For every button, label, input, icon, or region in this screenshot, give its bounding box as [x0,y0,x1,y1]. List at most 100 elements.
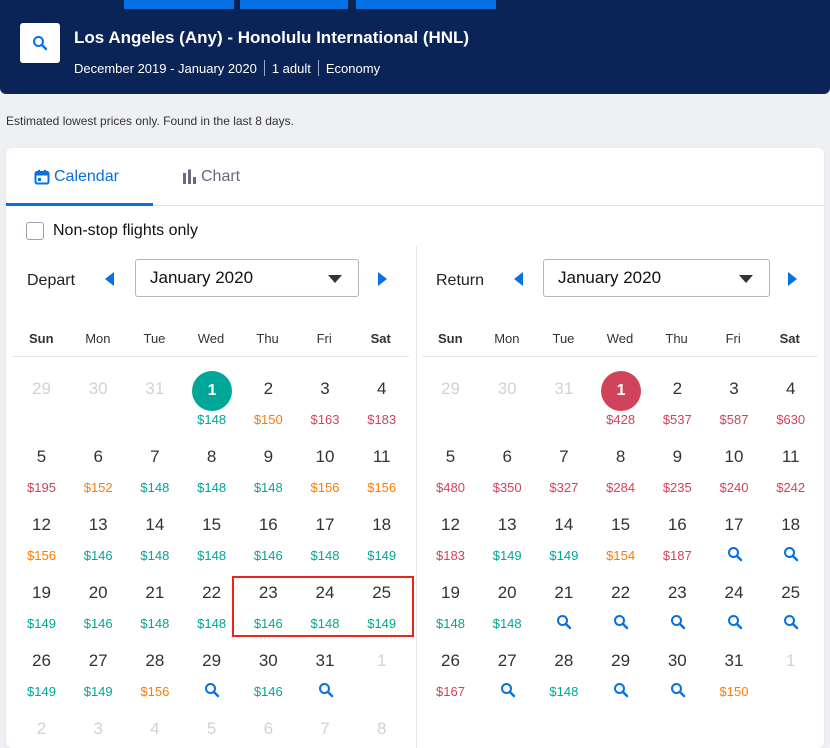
return-day-cell[interactable]: 13 $149 [479,502,536,568]
return-day-cell[interactable]: 20 $148 [479,570,536,636]
depart-day-cell[interactable]: 6 $152 [70,434,127,500]
search-icon[interactable] [204,682,220,703]
return-day-cell[interactable]: 8 $284 [592,434,649,500]
return-day-cell[interactable]: 25 [762,570,819,636]
day-number: 26 [32,651,51,670]
nonstop-checkbox[interactable] [26,222,44,240]
day-number: 3 [93,719,103,738]
edit-search-button[interactable] [20,23,60,63]
depart-day-cell[interactable]: 1 $148 [183,366,240,432]
depart-day-cell[interactable]: 15 $148 [183,502,240,568]
search-icon[interactable] [613,614,629,635]
search-icon[interactable] [783,614,799,635]
depart-prev-month-button[interactable] [105,272,114,286]
return-day-cell[interactable]: 2 $537 [649,366,706,432]
depart-day-cell[interactable]: 31 [297,638,354,704]
search-icon[interactable] [727,546,743,567]
depart-month-select[interactable]: January 2020 [135,259,359,297]
day-number: 26 [441,651,460,670]
return-day-cell[interactable]: 17 [706,502,763,568]
depart-day-cell[interactable]: 21 $148 [126,570,183,636]
depart-day-cell[interactable]: 4 $183 [353,366,410,432]
return-day-cell[interactable]: 16 $187 [649,502,706,568]
search-icon[interactable] [318,682,334,703]
return-day-cell[interactable]: 14 $149 [535,502,592,568]
return-day-cell[interactable]: 26 $167 [422,638,479,704]
view-tabs: Calendar Chart [6,148,824,206]
return-next-month-button[interactable] [788,272,797,286]
nonstop-filter[interactable]: Non-stop flights only [26,222,198,240]
return-day-cell[interactable]: 11 $242 [762,434,819,500]
depart-day-cell[interactable]: 10 $156 [297,434,354,500]
depart-day-cell[interactable]: 9 $148 [240,434,297,500]
depart-day-cell[interactable]: 5 $195 [13,434,70,500]
search-icon[interactable] [500,682,516,703]
return-day-cell[interactable]: 4 $630 [762,366,819,432]
return-day-cell[interactable]: 18 [762,502,819,568]
depart-day-cell: 3 [70,706,127,748]
search-icon[interactable] [556,614,572,635]
day-price: $148 [140,480,170,495]
depart-day-cell[interactable]: 17 $148 [297,502,354,568]
return-day-cell[interactable]: 19 $148 [422,570,479,636]
chevron-down-icon [328,275,342,283]
return-day-cell[interactable]: 29 [592,638,649,704]
day-number: 10 [315,447,335,466]
depart-day-cell[interactable]: 8 $148 [183,434,240,500]
depart-day-cell[interactable]: 18 $149 [353,502,410,568]
return-day-cell[interactable]: 12 $183 [422,502,479,568]
tab-calendar[interactable]: Calendar [6,148,153,206]
depart-day-cell[interactable]: 28 $156 [126,638,183,704]
depart-day-cell[interactable]: 3 $163 [297,366,354,432]
depart-day-cell[interactable]: 20 $146 [70,570,127,636]
day-price: $630 [776,412,806,427]
depart-day-cell[interactable]: 26 $149 [13,638,70,704]
depart-day-cell[interactable]: 2 $150 [240,366,297,432]
return-prev-month-button[interactable] [514,272,523,286]
depart-day-cell[interactable]: 14 $148 [126,502,183,568]
header-tab-1[interactable] [124,0,234,9]
return-day-cell[interactable]: 21 [535,570,592,636]
depart-day-cell[interactable]: 13 $146 [70,502,127,568]
return-day-cell[interactable]: 22 [592,570,649,636]
return-day-cell[interactable]: 27 [479,638,536,704]
day-number: 17 [315,515,335,534]
depart-day-cell[interactable]: 7 $148 [126,434,183,500]
depart-day-cell[interactable]: 12 $156 [13,502,70,568]
depart-day-cell[interactable]: 30 $146 [240,638,297,704]
day-price: $183 [367,412,397,427]
return-day-cell[interactable]: 5 $480 [422,434,479,500]
return-day-cell[interactable]: 24 [706,570,763,636]
return-day-cell[interactable]: 15 $154 [592,502,649,568]
return-day-cell[interactable]: 1 $428 [592,366,649,432]
day-number: 21 [554,583,574,602]
return-day-cell[interactable]: 31 $150 [706,638,763,704]
return-day-cell[interactable]: 10 $240 [706,434,763,500]
depart-day-cell[interactable]: 16 $146 [240,502,297,568]
depart-day-cell: 29 [13,366,70,432]
trip-details: December 2019 - January 2020 1 adult Eco… [74,60,380,76]
depart-day-cell[interactable]: 29 [183,638,240,704]
depart-day-cell[interactable]: 11 $156 [353,434,410,500]
return-month-select[interactable]: January 2020 [543,259,770,297]
tab-chart[interactable]: Chart [182,148,240,205]
return-day-cell[interactable]: 28 $148 [535,638,592,704]
return-day-cell[interactable]: 6 $350 [479,434,536,500]
search-icon[interactable] [670,614,686,635]
return-day-cell[interactable]: 3 $587 [706,366,763,432]
header-tab-2[interactable] [240,0,348,9]
return-day-cell[interactable]: 7 $327 [535,434,592,500]
return-day-cell[interactable]: 30 [649,638,706,704]
search-icon[interactable] [613,682,629,703]
depart-day-cell[interactable]: 19 $149 [13,570,70,636]
depart-next-month-button[interactable] [378,272,387,286]
search-icon[interactable] [670,682,686,703]
search-icon[interactable] [727,614,743,635]
return-day-cell[interactable]: 23 [649,570,706,636]
search-icon[interactable] [783,546,799,567]
header-tab-3[interactable] [356,0,496,9]
weekday-header: Tue [552,330,575,346]
return-day-cell[interactable]: 9 $235 [649,434,706,500]
return-label: Return [436,272,485,289]
depart-day-cell[interactable]: 27 $149 [70,638,127,704]
